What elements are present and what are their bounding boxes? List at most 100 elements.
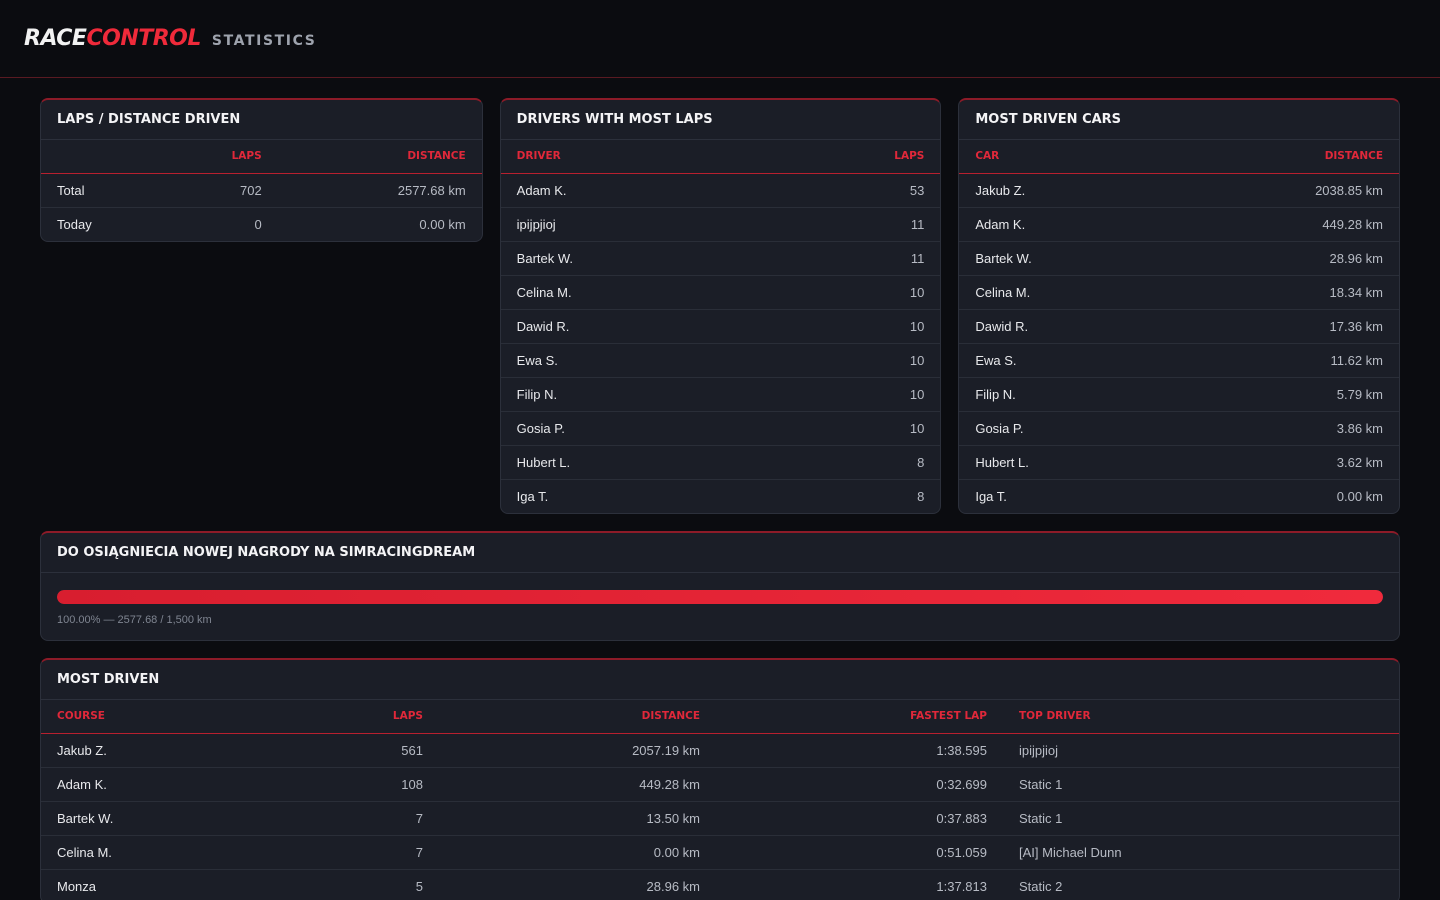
car-name: Dawid R. <box>959 309 1166 344</box>
course-laps: 7 <box>339 835 439 870</box>
driver-laps: 10 <box>758 309 941 344</box>
course-laps: 5 <box>415 878 423 894</box>
car-distance: 3.62 km <box>1165 445 1400 480</box>
table-row: Monza 5 28.96 km 1:37.813 Static 2 <box>41 869 1399 900</box>
table-header-row: COURSE LAPS DISTANCE FASTEST LAP TOP DRI… <box>41 700 1399 734</box>
table-row: Ewa S. 11.62 km <box>959 343 1400 378</box>
most-driven-title: MOST DRIVEN <box>41 660 1399 700</box>
table-row: Celina M. 18.34 km <box>959 275 1400 310</box>
progress-section: 100.00% — 2577.68 / 1,500 km <box>41 573 1399 640</box>
car-name: Adam K. <box>959 207 1166 242</box>
course-distance: 28.96 km <box>646 878 700 894</box>
table-row: ipijpjioj 11 <box>500 207 941 242</box>
driver-laps: 11 <box>758 241 941 276</box>
table-row: Adam K. 108 449.28 km 0:32.699 Static 1 <box>41 767 1399 802</box>
col-car: CAR <box>959 140 1166 174</box>
table-row: Celina M. 10 <box>500 275 941 310</box>
course-laps: 108 <box>339 767 439 802</box>
course-fastest-lap: 0:37.883 <box>716 801 1003 836</box>
most-driven-card: MOST DRIVEN COURSE LAPS DISTANCE FASTEST… <box>40 658 1400 900</box>
course-distance: 0.00 km <box>439 835 716 870</box>
progress-bar-track <box>57 590 1383 604</box>
car-distance: 2038.85 km <box>1165 173 1400 208</box>
table-row: Filip N. 5.79 km <box>959 377 1400 412</box>
drivers-most-laps-card: DRIVERS WITH MOST LAPS DRIVER LAPS Adam … <box>499 98 942 514</box>
driver-name: ipijpjioj <box>500 207 759 242</box>
course-name: Jakub Z. <box>41 733 339 768</box>
course-top-driver: ipijpjioj <box>1003 733 1399 768</box>
car-name: Filip N. <box>959 377 1166 412</box>
car-name: Bartek W. <box>959 241 1166 276</box>
table-row: Ewa S. 10 <box>500 343 941 378</box>
driver-laps: 10 <box>758 275 941 310</box>
table-row: Jakub Z. 2038.85 km <box>959 173 1400 208</box>
table-row: Bartek W. 7 13.50 km 0:37.883 Static 1 <box>41 801 1399 836</box>
driver-name: Filip N. <box>500 377 759 412</box>
col-course: COURSE <box>41 700 339 734</box>
table-row: Hubert L. 3.62 km <box>959 445 1400 480</box>
col-distance: DISTANCE <box>1165 140 1400 174</box>
car-name: Iga T. <box>975 488 1007 504</box>
course-fastest-lap: 0:51.059 <box>716 835 1003 870</box>
driver-laps: 8 <box>758 445 941 480</box>
laps-distance-title: LAPS / DISTANCE DRIVEN <box>41 100 482 140</box>
reward-progress-title: DO OSIĄGNIECIA NOWEJ NAGRODY NA SIMRACIN… <box>41 533 1399 573</box>
table-row: Total 702 2577.68 km <box>41 173 482 208</box>
course-distance: 2057.19 km <box>439 733 716 768</box>
row-distance: 0.00 km <box>419 216 466 232</box>
reward-progress-card: DO OSIĄGNIECIA NOWEJ NAGRODY NA SIMRACIN… <box>40 531 1400 641</box>
car-name: Gosia P. <box>959 411 1166 446</box>
driver-name: Celina M. <box>500 275 759 310</box>
top-row: LAPS / DISTANCE DRIVEN LAPS DISTANCE Tot… <box>40 98 1401 514</box>
car-distance: 17.36 km <box>1165 309 1400 344</box>
driver-name: Dawid R. <box>500 309 759 344</box>
car-name: Jakub Z. <box>959 173 1166 208</box>
driver-name: Gosia P. <box>500 411 759 446</box>
driver-name: Adam K. <box>500 173 759 208</box>
table-row: Today 0 0.00 km <box>41 207 482 241</box>
course-distance: 13.50 km <box>439 801 716 836</box>
car-name: Hubert L. <box>959 445 1166 480</box>
row-laps: 702 <box>151 173 278 208</box>
course-distance: 449.28 km <box>439 767 716 802</box>
table-header-row: LAPS DISTANCE <box>41 140 482 174</box>
logo-control: CONTROL <box>86 26 201 51</box>
driver-name: Hubert L. <box>500 445 759 480</box>
car-distance: 28.96 km <box>1165 241 1400 276</box>
most-driven-cars-card: MOST DRIVEN CARS CAR DISTANCE Jakub Z. 20… <box>958 98 1401 514</box>
course-name: Bartek W. <box>41 801 339 836</box>
course-name: Adam K. <box>41 767 339 802</box>
row-distance: 2577.68 km <box>277 173 482 208</box>
page-subtitle: STATISTICS <box>211 32 317 49</box>
course-top-driver: Static 1 <box>1003 767 1399 802</box>
table-row: Bartek W. 28.96 km <box>959 241 1400 276</box>
table-row: Dawid R. 10 <box>500 309 941 344</box>
table-row: Celina M. 7 0.00 km 0:51.059 [AI] Michael Du… <box>41 835 1399 870</box>
course-laps: 7 <box>339 801 439 836</box>
course-fastest-lap: 1:38.595 <box>716 733 1003 768</box>
driver-laps: 10 <box>758 411 941 446</box>
table-row: Jakub Z. 561 2057.19 km 1:38.595 ipijpjioj <box>41 733 1399 768</box>
row-label: Today <box>57 216 92 232</box>
col-label <box>41 140 151 174</box>
table-row: Gosia P. 3.86 km <box>959 411 1400 446</box>
car-name: Ewa S. <box>959 343 1166 378</box>
table-row: Adam K. 449.28 km <box>959 207 1400 242</box>
table-row: Iga T. 8 <box>501 479 941 513</box>
main-content: LAPS / DISTANCE DRIVEN LAPS DISTANCE Tot… <box>0 78 1440 900</box>
table-row: Adam K. 53 <box>500 173 941 208</box>
course-name: Monza <box>57 878 97 894</box>
driver-laps: 11 <box>758 207 941 242</box>
car-distance: 449.28 km <box>1165 207 1400 242</box>
app-logo[interactable]: RACE CONTROL <box>24 26 201 51</box>
progress-bar-fill <box>57 590 1383 604</box>
driver-laps: 8 <box>917 488 925 504</box>
most-driven-cars-title: MOST DRIVEN CARS <box>959 100 1400 140</box>
driver-name: Iga T. <box>516 488 549 504</box>
laps-distance-card: LAPS / DISTANCE DRIVEN LAPS DISTANCE Tot… <box>40 98 483 242</box>
col-fastest-lap: FASTEST LAP <box>716 700 1003 734</box>
drivers-most-laps-title: DRIVERS WITH MOST LAPS <box>500 100 941 140</box>
table-row: Hubert L. 8 <box>500 445 941 480</box>
col-laps: LAPS <box>758 140 941 174</box>
car-distance: 5.79 km <box>1165 377 1400 412</box>
